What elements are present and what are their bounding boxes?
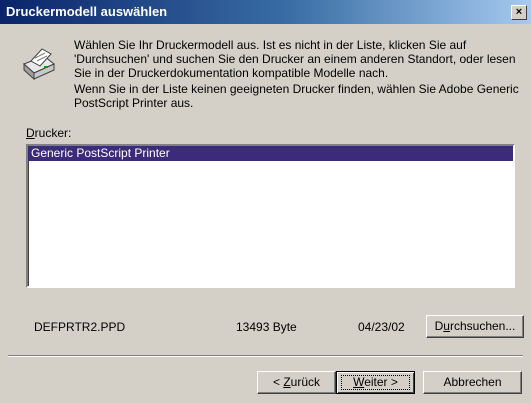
printer-icon bbox=[23, 48, 55, 81]
instruction-paragraph-1: Wählen Sie Ihr Druckermodell aus. Ist es… bbox=[74, 38, 516, 80]
dialog-title: Druckermodell auswählen bbox=[6, 4, 168, 19]
browse-label-post: rchsuchen... bbox=[449, 319, 516, 333]
list-item[interactable]: Generic PostScript Printer bbox=[28, 146, 513, 161]
back-label-post: urück bbox=[290, 375, 321, 389]
title-bar: Druckermodell auswählen × bbox=[0, 0, 531, 24]
instruction-paragraph-2: Wenn Sie in der Liste keinen geeigneten … bbox=[74, 82, 519, 110]
label-mnemonic: D bbox=[26, 126, 35, 140]
next-button[interactable]: Weiter > bbox=[336, 371, 415, 394]
back-button[interactable]: < Zurück bbox=[257, 371, 336, 394]
list-item-label: Generic PostScript Printer bbox=[31, 146, 170, 160]
cancel-button[interactable]: Abbrechen bbox=[423, 371, 522, 394]
ppd-file-size: 13493 Byte bbox=[236, 320, 297, 334]
label-text: rucker: bbox=[34, 126, 72, 140]
back-label-mnemonic: Z bbox=[283, 375, 291, 389]
divider bbox=[8, 355, 523, 357]
browse-label-pre: D bbox=[434, 319, 444, 333]
focus-rect bbox=[341, 375, 410, 390]
printer-list-label: Drucker: bbox=[26, 126, 71, 140]
ppd-file-name: DEFPRTR2.PPD bbox=[34, 320, 126, 334]
back-label-pre: < bbox=[272, 375, 284, 389]
close-icon[interactable]: × bbox=[511, 5, 527, 20]
printer-listbox[interactable]: Generic PostScript Printer bbox=[26, 144, 515, 288]
instruction-text: Wählen Sie Ihr Druckermodell aus. Ist es… bbox=[74, 38, 524, 112]
browse-button[interactable]: Durchsuchen... bbox=[426, 315, 524, 338]
browse-label-mnemonic: u bbox=[443, 319, 450, 333]
ppd-file-date: 04/23/02 bbox=[358, 320, 405, 334]
